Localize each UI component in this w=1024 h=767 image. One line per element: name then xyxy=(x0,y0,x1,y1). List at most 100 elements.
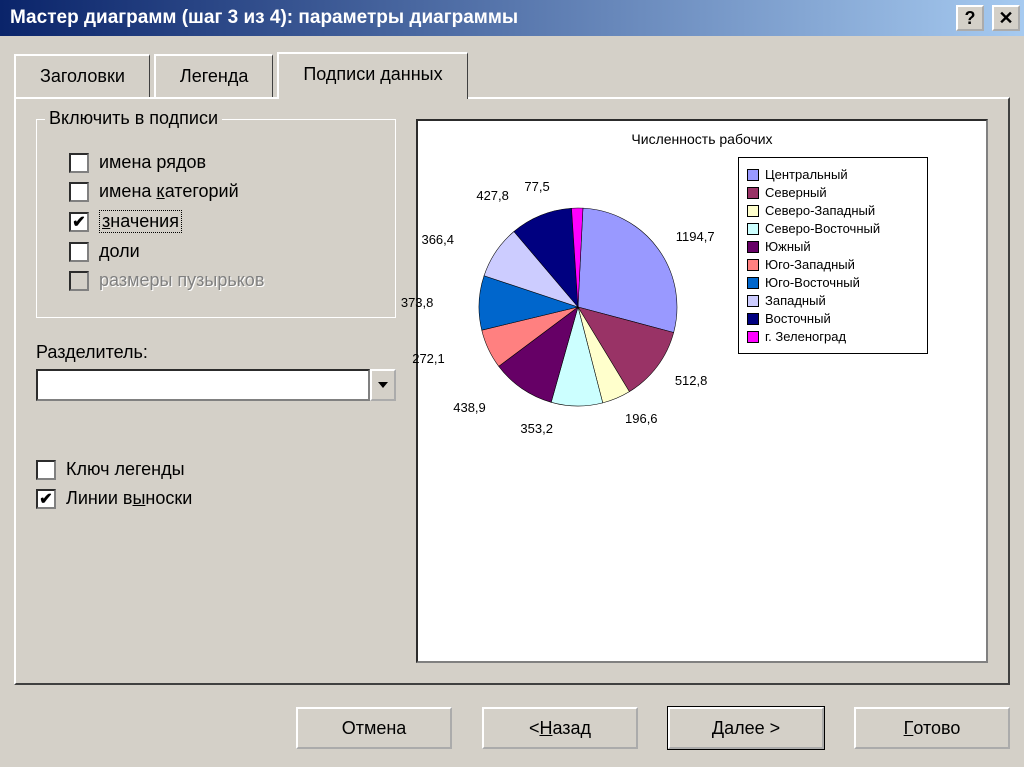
close-button[interactable]: ✕ xyxy=(992,5,1020,31)
legend-label: Северный xyxy=(765,185,827,200)
txt: < xyxy=(529,718,540,739)
legend-label: Восточный xyxy=(765,311,831,326)
window-title: Мастер диаграмм (шаг 3 из 4): параметры … xyxy=(10,7,948,29)
txt: Н xyxy=(539,718,552,739)
txt: начения xyxy=(110,211,179,231)
check-series-names-row: имена рядов xyxy=(69,152,381,173)
check-series-names[interactable] xyxy=(69,153,89,173)
titlebar: Мастер диаграмм (шаг 3 из 4): параметры … xyxy=(0,0,1024,36)
label-series-names: имена рядов xyxy=(99,152,206,173)
legend-row: Северо-Западный xyxy=(747,203,919,218)
button-bar: Отмена < Назад Далее > Готово xyxy=(0,691,1024,767)
check-percent-row: доли xyxy=(69,241,381,262)
legend-swatch xyxy=(747,241,759,253)
help-button[interactable]: ? xyxy=(956,5,984,31)
data-label: 373,8 xyxy=(401,295,434,310)
legend-row: Юго-Западный xyxy=(747,257,919,272)
legend-label: Центральный xyxy=(765,167,848,182)
legend-swatch xyxy=(747,169,759,181)
txt: имена xyxy=(99,181,156,201)
txt: Раз xyxy=(36,342,65,362)
pie-chart xyxy=(468,197,688,417)
separator-dropdown-button[interactable] xyxy=(370,369,396,401)
txt: отово xyxy=(913,718,960,739)
txt: к xyxy=(156,181,164,201)
pie-wrap: 1194,7512,8196,6353,2438,9272,1373,8366,… xyxy=(428,157,728,457)
data-label: 1194,7 xyxy=(676,229,715,244)
finish-button[interactable]: Готово xyxy=(854,707,1010,749)
legend-row: Восточный xyxy=(747,311,919,326)
txt: атегорий xyxy=(165,181,239,201)
check-leader-lines[interactable]: ✔ xyxy=(36,489,56,509)
check-percent[interactable] xyxy=(69,242,89,262)
data-label: 353,2 xyxy=(520,421,553,436)
chart-area: 1194,7512,8196,6353,2438,9272,1373,8366,… xyxy=(428,157,976,457)
legend-swatch xyxy=(747,187,759,199)
cancel-button[interactable]: Отмена xyxy=(296,707,452,749)
txt: Д xyxy=(712,718,724,739)
legend-swatch xyxy=(747,331,759,343)
txt: д xyxy=(65,342,76,362)
check-values[interactable]: ✔ xyxy=(69,212,89,232)
txt: азад xyxy=(552,718,591,739)
next-button[interactable]: Далее > xyxy=(668,707,824,749)
check-category-names-row: имена категорий xyxy=(69,181,381,202)
legend-swatch xyxy=(747,277,759,289)
back-button[interactable]: < Назад xyxy=(482,707,638,749)
check-legend-key[interactable] xyxy=(36,460,56,480)
legend-swatch xyxy=(747,295,759,307)
legend-label: Северо-Восточный xyxy=(765,221,880,236)
chart-legend: Центральный Северный Северо-Западный Северо… xyxy=(738,157,928,354)
txt: алее > xyxy=(724,718,780,739)
chart-preview: Численность рабочих 1194,7 512,8 196,6 353,… xyxy=(416,119,988,663)
txt: Линии в xyxy=(66,488,132,508)
label-leader-lines: Линии выноски xyxy=(66,488,192,509)
txt: оли xyxy=(110,241,140,261)
data-label: 512,8 xyxy=(675,373,708,388)
separator-combo[interactable] xyxy=(36,369,396,401)
check-leader-lines-row: ✔ Линии выноски xyxy=(36,488,396,509)
tab-titles[interactable]: Заголовки xyxy=(14,54,150,97)
check-legend-key-row: Ключ легенды xyxy=(36,459,396,480)
legend-row: Юго-Восточный xyxy=(747,275,919,290)
check-bubble-row: размеры пузырьков xyxy=(69,270,381,291)
legend-label: Юго-Западный xyxy=(765,257,855,272)
txt: д xyxy=(99,241,110,261)
group-title: Включить в подписи xyxy=(45,108,222,129)
legend-swatch xyxy=(747,223,759,235)
dialog-window: Мастер диаграмм (шаг 3 из 4): параметры … xyxy=(0,0,1024,767)
tab-legend[interactable]: Легенда xyxy=(154,54,273,97)
include-labels-group: Включить в подписи имена рядов имена кат… xyxy=(36,119,396,318)
tab-strip: Заголовки Легенда Подписи данных xyxy=(14,50,1010,97)
legend-row: Центральный xyxy=(747,167,919,182)
check-values-row: ✔ значения xyxy=(69,210,381,233)
legend-label: Южный xyxy=(765,239,811,254)
label-bubble-sizes: размеры пузырьков xyxy=(99,270,264,291)
lower-checks: Ключ легенды ✔ Линии выноски xyxy=(36,451,396,517)
tab-data-labels[interactable]: Подписи данных xyxy=(277,52,467,99)
label-values: значения xyxy=(99,210,182,233)
legend-row: Северный xyxy=(747,185,919,200)
content-area: Заголовки Легенда Подписи данных Включит… xyxy=(0,36,1024,691)
legend-swatch xyxy=(747,313,759,325)
data-label: 438,9 xyxy=(453,400,486,415)
txt: Г xyxy=(904,718,914,739)
left-column: Включить в подписи имена рядов имена кат… xyxy=(36,119,396,663)
legend-row: Северо-Восточный xyxy=(747,221,919,236)
data-label: 196,6 xyxy=(625,411,658,426)
label-category-names: имена категорий xyxy=(99,181,239,202)
legend-swatch xyxy=(747,259,759,271)
separator-input[interactable] xyxy=(36,369,370,401)
separator-label: Разделитель: xyxy=(36,342,396,363)
check-category-names[interactable] xyxy=(69,182,89,202)
legend-label: Западный xyxy=(765,293,826,308)
legend-row: г. Зеленоград xyxy=(747,329,919,344)
legend-row: Южный xyxy=(747,239,919,254)
legend-label: Северо-Западный xyxy=(765,203,875,218)
data-label: 427,8 xyxy=(476,188,509,203)
chart-title: Численность рабочих xyxy=(428,131,976,147)
check-bubble-sizes xyxy=(69,271,89,291)
tab-panel: Включить в подписи имена рядов имена кат… xyxy=(14,97,1010,685)
data-label: 272,1 xyxy=(412,351,445,366)
legend-row: Западный xyxy=(747,293,919,308)
